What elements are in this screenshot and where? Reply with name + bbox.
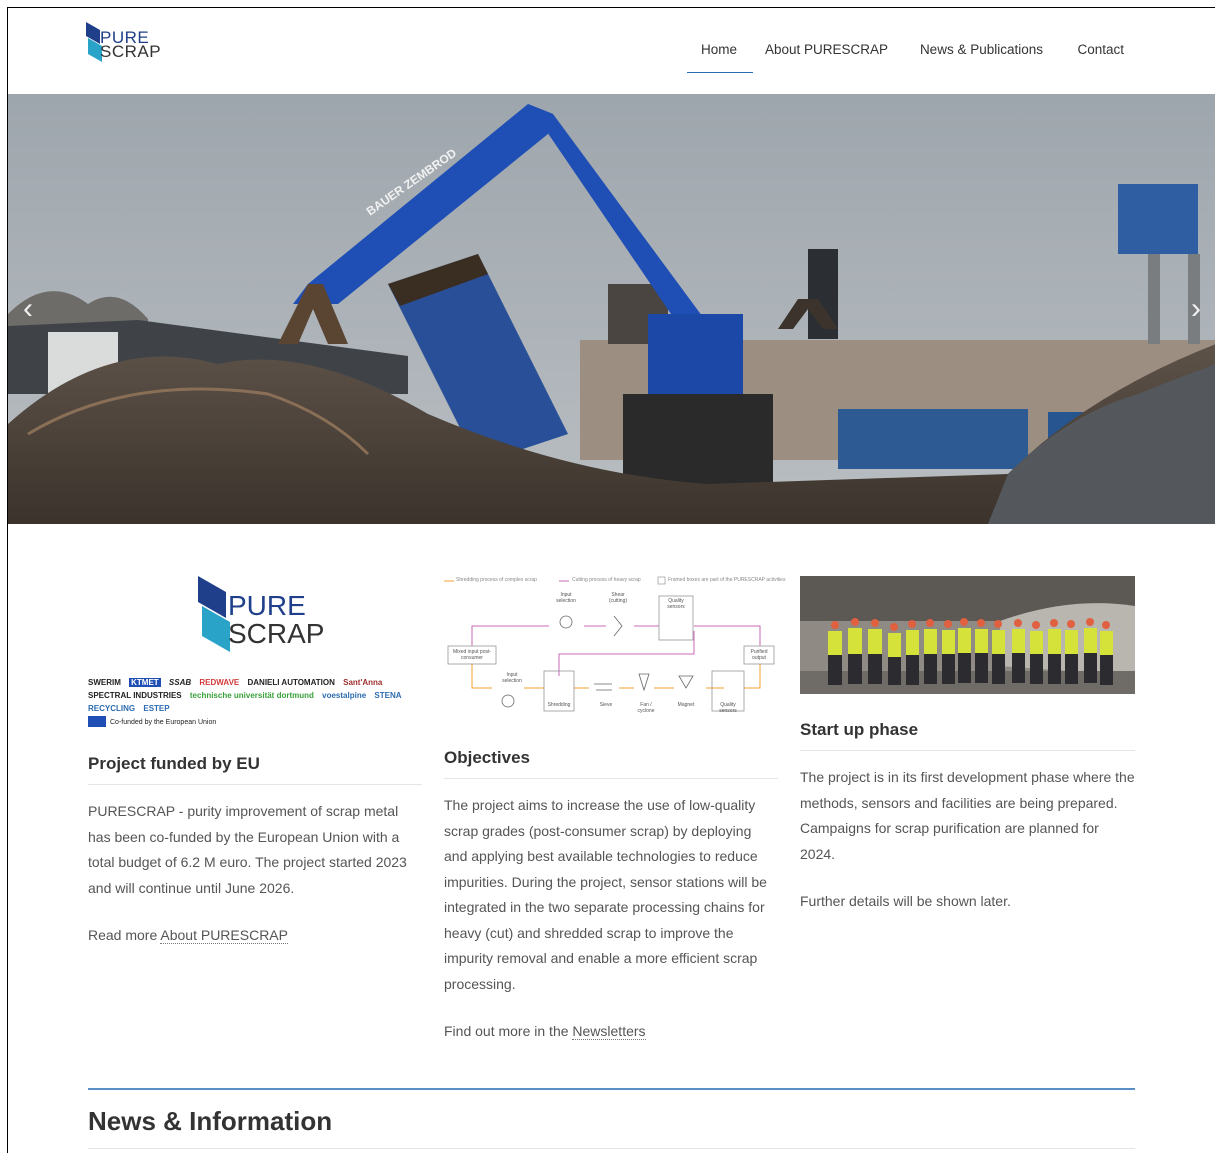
partner-danieli: DANIELI AUTOMATION [247, 678, 335, 687]
column-3-body: The project is in its first development … [800, 765, 1135, 915]
column-2-paragraph: The project aims to increase the use of … [444, 797, 767, 992]
site-header: PURE SCRAP Home About PURESCRAP News & P… [8, 8, 1215, 94]
column-start-up: Start up phase The project is in its fir… [800, 576, 1135, 937]
diagram-node-quality-bottom: Quality sensors [719, 702, 737, 714]
partner-logos: SWERIM KTMET SSAB REDWAVE DANIELI AUTOMA… [88, 676, 422, 740]
diagram-legend-framed: Framed boxes are part of the PURESCRAP a… [668, 577, 786, 583]
purescrap-logo[interactable]: PURE SCRAP [86, 22, 166, 66]
about-purescrap-link[interactable]: About PURESCRAP [160, 927, 288, 944]
column-1-title: Project funded by EU [88, 754, 422, 785]
partner-santanna: Sant'Anna [343, 678, 383, 687]
big-logo-top: PURE [228, 590, 306, 621]
nav-news-publications[interactable]: News & Publications [920, 42, 1043, 57]
partner-spectral: SPECTRAL INDUSTRIES [88, 691, 182, 700]
diagram-node-input-selection-top: Input selection [556, 592, 576, 604]
column-3-title: Start up phase [800, 720, 1135, 751]
diagram-node-sieve: Sieve [599, 702, 613, 708]
column-2-more: Find out more in the Newsletters [444, 1023, 646, 1040]
column-3-paragraph-1: The project is in its first development … [800, 769, 1135, 862]
logo-text-bottom: SCRAP [100, 42, 162, 61]
news-divider [88, 1088, 1135, 1090]
column-2-title: Objectives [444, 748, 778, 779]
column-1-more: Read more About PURESCRAP [88, 927, 288, 944]
diagram-node-magnet: Magnet [677, 702, 695, 708]
hero-image: BAUER ZEMBROD [8, 94, 1215, 524]
carousel-prev-icon[interactable]: ‹ [16, 290, 40, 328]
partner-voestalpine: voestalpine [322, 691, 367, 700]
big-purescrap-logo: PURE SCRAP [88, 576, 422, 662]
diagram-legend-cutting: Cutting process of heavy scrap [572, 577, 641, 583]
column-objectives: Shredding process of complex scrap Cutti… [444, 576, 785, 1067]
hero-carousel[interactable]: BAUER ZEMBROD ‹ › [8, 94, 1215, 524]
diagram-node-shredding: Shredding [547, 702, 571, 708]
partner-kimet: KTMET [129, 678, 161, 687]
newsletters-link[interactable]: Newsletters [572, 1023, 646, 1040]
partner-redwave: REDWAVE [199, 678, 240, 687]
big-logo-bottom: SCRAP [228, 618, 325, 649]
column-project-funded: PURE SCRAP SWERIM KTMET SSAB REDWAVE DAN… [88, 576, 422, 971]
process-diagram: Shredding process of complex scrap Cutti… [444, 576, 785, 724]
diagram-node-mixed-input: Mixed input post-consumer [452, 649, 492, 661]
eu-flag-icon [88, 716, 106, 728]
column-3-paragraph-2: Further details will be shown later. [800, 893, 1011, 909]
partner-estep: ESTEP [143, 704, 170, 713]
news-section-title: News & Information [88, 1106, 333, 1136]
nav-contact[interactable]: Contact [1077, 42, 1124, 57]
column-1-paragraph: PURESCRAP - purity improvement of scrap … [88, 803, 407, 896]
page-frame: PURE SCRAP Home About PURESCRAP News & P… [7, 7, 1215, 1153]
diagram-node-shear: Shear (cutting) [608, 592, 628, 604]
column-1-body: PURESCRAP - purity improvement of scrap … [88, 799, 422, 949]
nav-home[interactable]: Home [686, 42, 754, 73]
partner-tu-dortmund: technische universität dortmund [189, 691, 314, 700]
diagram-node-quality-top: Quality sensors [667, 598, 685, 610]
diagram-node-purified-output: Purified output [750, 649, 768, 661]
column-2-body: The project aims to increase the use of … [444, 793, 778, 1045]
diagram-legend-shredding: Shredding process of complex scrap [456, 577, 537, 583]
carousel-next-icon[interactable]: › [1184, 290, 1208, 328]
eu-cofunded-text: Co-funded by the European Union [110, 719, 217, 726]
partner-ssab: SSAB [168, 678, 192, 687]
nav-about[interactable]: About PURESCRAP [765, 42, 888, 57]
diagram-node-fan-cyclone: Fan / cyclone [637, 702, 655, 714]
news-title-underline [88, 1148, 1135, 1149]
diagram-node-input-selection-bottom: Input selection [502, 672, 522, 684]
team-photo [800, 576, 1135, 694]
partner-swerim: SWERIM [88, 678, 121, 687]
